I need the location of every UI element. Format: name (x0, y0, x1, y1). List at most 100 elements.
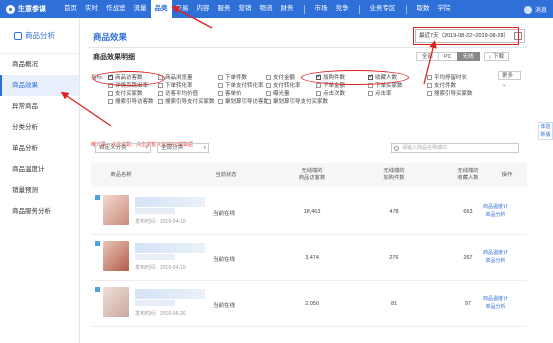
nav-marketing[interactable]: 营销 (235, 0, 256, 18)
indicator-checkbox[interactable]: 下单支付转化率 (218, 81, 264, 89)
checkbox-box[interactable] (316, 90, 321, 96)
indicator-checkbox[interactable]: 曝光量 (266, 89, 290, 97)
checkbox-box[interactable] (368, 90, 373, 96)
indicator-checkbox[interactable]: 搜索引导买家数 (427, 89, 473, 97)
indicator-checkbox[interactable]: 支付买家数 (108, 89, 143, 97)
thermometer-link[interactable]: 商品温度计 (483, 204, 508, 210)
checkbox-box[interactable] (218, 98, 223, 104)
checkbox-box[interactable] (427, 90, 432, 96)
sidebar-item-forecast[interactable]: 销量预测 (0, 180, 79, 201)
sidebar-item-service[interactable]: 商品服务分析 (0, 201, 79, 222)
publish-date: 发布时间：2018-06-26 (135, 311, 186, 317)
sidebar-item-category[interactable]: 分类分析 (0, 117, 79, 138)
nav-service[interactable]: 服务 (214, 0, 235, 18)
product-thumbnail[interactable] (103, 287, 129, 317)
th-cart[interactable]: 无线端的 加购件数 (369, 163, 419, 187)
sidebar-item-effect[interactable]: 商品效果 (0, 75, 79, 96)
thermometer-link[interactable]: 商品温度计 (483, 250, 508, 256)
indicator-label-text: 下单件数 (225, 75, 248, 81)
indicator-label-text: 访客平均价值 (165, 91, 199, 97)
single-analysis-link[interactable]: 单品分析 (486, 258, 506, 264)
indicator-checkbox[interactable]: 搜索引导访客数 (108, 97, 154, 105)
single-analysis-link[interactable]: 单品分析 (486, 304, 506, 310)
thermometer-link[interactable]: 商品温度计 (483, 296, 508, 302)
th-ops: 操作 (501, 171, 513, 178)
indicator-checkbox[interactable]: 聚划算引导访客数 (218, 97, 269, 105)
nav-logistics[interactable]: 物流 (256, 0, 277, 18)
th-fav[interactable]: 无线端的 收藏人数 (443, 163, 493, 187)
user-label: 消息 (534, 8, 547, 14)
product-thumbnail[interactable] (103, 241, 129, 271)
nav-business-zone[interactable]: 业务专区 (366, 0, 400, 18)
indicator-checkbox[interactable]: 下单转化率 (158, 81, 193, 89)
product-title-blurred[interactable] (135, 197, 205, 207)
sidebar-item-thermometer[interactable]: 商品温度计 (0, 159, 79, 180)
more-button[interactable]: 更多 ⌄ (498, 71, 521, 88)
checkbox-box[interactable] (158, 82, 163, 88)
nav-realtime[interactable]: 实时 (81, 0, 102, 18)
search-input[interactable]: 请输入商品名称或ID (391, 143, 519, 153)
product-title-blurred[interactable] (135, 243, 205, 253)
nav-content[interactable]: 内容 (193, 0, 214, 18)
indicator-label-text: 下单支付转化率 (225, 83, 264, 89)
single-analysis-link[interactable]: 单品分析 (486, 212, 506, 218)
flag-icon (95, 195, 100, 200)
sidebar-item-abnormal[interactable]: 异常商品 (0, 96, 79, 117)
tab-wireless[interactable]: 无线 (456, 52, 480, 61)
new-version-button[interactable]: 体验 新版 (538, 122, 553, 140)
indicator-checkbox[interactable]: 聚划算引导支付买家数 (266, 97, 328, 105)
nav-finance[interactable]: 财务 (277, 0, 298, 18)
download-button[interactable]: ↓ 下载 (483, 52, 509, 61)
nav-trade[interactable]: 交易 (172, 0, 193, 18)
tab-pc[interactable]: PC (438, 52, 458, 61)
checkbox-box[interactable] (266, 74, 271, 80)
main-nav: 首页 实时 作战室 流量 品类 交易 内容 服务 营销 物流 财务 市场 竞争 … (60, 0, 455, 18)
checkbox-box[interactable] (266, 98, 271, 104)
indicator-checkbox[interactable]: 平均停留时长 (427, 73, 467, 81)
sidebar-item-overview[interactable]: 商品概况 (0, 54, 79, 75)
checkbox-box[interactable] (218, 82, 223, 88)
logo-icon (6, 4, 15, 14)
nav-data-fetch[interactable]: 取数 (413, 0, 434, 18)
checkbox-box[interactable] (266, 90, 271, 96)
nav-traffic[interactable]: 流量 (130, 0, 151, 18)
checkbox-box[interactable] (108, 90, 113, 96)
product-title-blurred[interactable] (135, 289, 205, 299)
nav-academy[interactable]: 学院 (434, 0, 455, 18)
checkbox-box[interactable] (427, 82, 432, 88)
checkbox-box[interactable] (108, 98, 113, 104)
indicator-checkbox[interactable]: 支付转化率 (266, 81, 301, 89)
checkbox-box[interactable] (158, 90, 163, 96)
nav-competition[interactable]: 竞争 (332, 0, 353, 18)
indicator-checkbox[interactable]: 访客平均价值 (158, 89, 198, 97)
nav-warroom[interactable]: 作战室 (102, 0, 130, 18)
indicator-checkbox[interactable]: 支付件数 (427, 81, 456, 89)
table-row: 发布时间：2019-04-10 当前在线 3,474 276 267 商品温度计… (91, 235, 527, 281)
indicator-checkbox[interactable]: 点击次数 (316, 89, 345, 97)
indicator-checkbox[interactable]: 搜索引导支付买家数 (158, 97, 215, 105)
indicator-checkbox[interactable]: 点击率 (368, 89, 392, 97)
indicator-checkbox[interactable]: 客单价 (218, 89, 242, 97)
user-menu[interactable]: 消息 (523, 5, 547, 14)
tab-all[interactable]: 全部 (416, 52, 440, 61)
nav-market[interactable]: 市场 (311, 0, 332, 18)
custom-category-select[interactable]: 自定义分类 (95, 143, 151, 153)
table-header: 商品名称 当前状态 无线端的 商品访客数 无线端的 加购件数 无线端的 收藏人数… (91, 163, 527, 187)
nav-home[interactable]: 首页 (60, 0, 81, 18)
indicator-checkbox[interactable]: 支付金额 (266, 73, 295, 81)
all-category-select[interactable]: 全部分类 (157, 143, 209, 153)
sidebar-item-single[interactable]: 单品分析 (0, 138, 79, 159)
indicator-checkbox[interactable]: 下单件数 (218, 73, 247, 81)
checkbox-box[interactable] (218, 74, 223, 80)
search-placeholder: 请输入商品名称或ID (402, 145, 448, 151)
checkbox-box[interactable] (266, 82, 271, 88)
th-visitors[interactable]: 无线端的 商品访客数 (287, 163, 337, 187)
nav-category[interactable]: 品类 (150, 0, 172, 18)
flag-icon (95, 241, 100, 246)
checkbox-box[interactable] (427, 74, 432, 80)
product-thumbnail[interactable] (103, 195, 129, 225)
cart-value: 478 (389, 209, 399, 215)
app-logo[interactable]: 生意参谋 (0, 4, 60, 14)
checkbox-box[interactable] (158, 98, 163, 104)
checkbox-box[interactable] (218, 90, 223, 96)
